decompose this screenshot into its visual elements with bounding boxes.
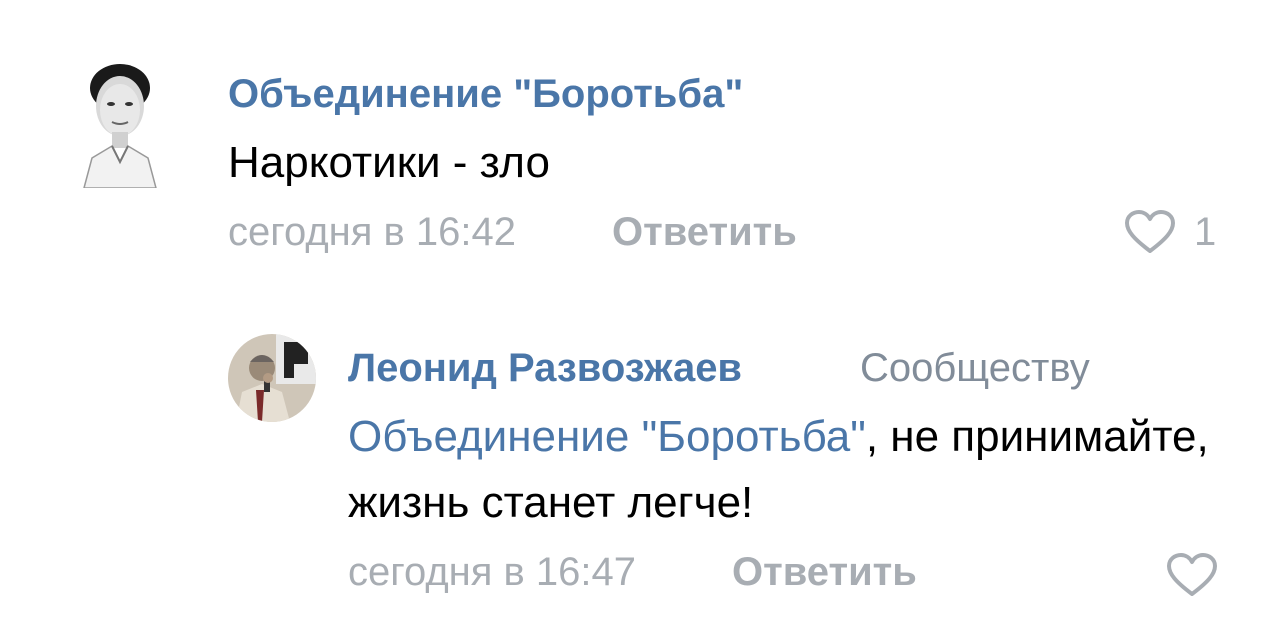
avatar[interactable]: [228, 334, 316, 422]
reply-button[interactable]: Ответить: [732, 548, 917, 596]
heart-outline-icon: [1167, 553, 1217, 596]
comment-reply: Леонид Развозжаев Сообществу Объединение…: [0, 310, 1280, 628]
avatar-photo-icon: [228, 334, 316, 422]
comment-text: Объединение "Боротьба", не принимайте, ж…: [348, 404, 1228, 536]
reply-to-label: Сообществу: [860, 346, 1090, 390]
avatar-person-icon: [78, 58, 162, 188]
comment-text-body: Наркотики - зло: [228, 138, 550, 187]
avatar[interactable]: [78, 58, 162, 188]
comment-text: Наркотики - зло: [228, 130, 550, 196]
like-count: 1: [1194, 210, 1217, 254]
like-button[interactable]: 1: [1124, 208, 1216, 256]
comment-author[interactable]: Объединение "Боротьба": [228, 70, 743, 118]
comment-timestamp[interactable]: сегодня в 16:42: [228, 208, 516, 256]
like-button[interactable]: [1166, 552, 1218, 598]
comment: Объединение "Боротьба" Наркотики - зло с…: [0, 0, 1280, 300]
comment-author[interactable]: Леонид Развозжаев: [348, 344, 742, 392]
reply-button[interactable]: Ответить: [612, 208, 797, 256]
community-mention-link[interactable]: Объединение "Боротьба": [348, 412, 866, 461]
heart-outline-icon: [1125, 210, 1175, 253]
comments-thread: Объединение "Боротьба" Наркотики - зло с…: [0, 0, 1280, 628]
comment-timestamp[interactable]: сегодня в 16:47: [348, 548, 636, 596]
